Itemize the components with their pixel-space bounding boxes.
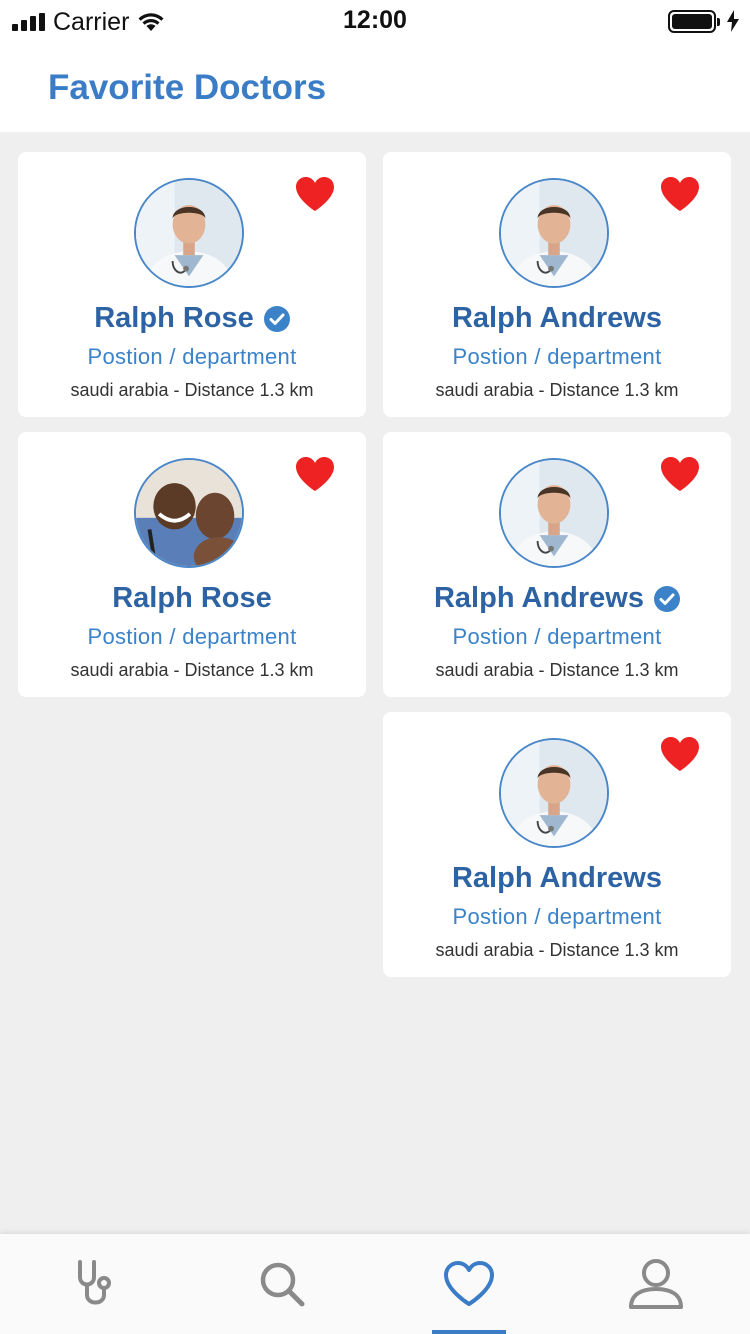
doctor-location: saudi arabia - Distance 1.3 km [435,940,679,960]
doctor-avatar [499,738,609,848]
header: Favorite Doctors [0,44,750,132]
doctor-name: Ralph Rose [112,582,272,614]
name-row: Ralph Andrews [383,302,731,335]
status-bar: Carrier 12:00 [0,0,750,44]
doctor-name: Ralph Andrews [451,862,662,894]
verified-badge-icon [654,586,680,612]
tab-favorites[interactable] [375,1234,563,1334]
favorite-heart-icon[interactable] [660,176,700,212]
active-tab-indicator [432,1330,506,1334]
favorite-heart-icon[interactable] [295,456,335,492]
favorite-heart-icon[interactable] [660,736,700,772]
doctor-avatar [499,178,609,288]
status-time: 12:00 [343,6,407,34]
tab-bar [0,1234,750,1334]
doctor-location: saudi arabia - Distance 1.3 km [435,380,679,400]
favorite-heart-icon[interactable] [660,456,700,492]
verified-badge-icon [264,306,290,332]
charging-bolt-icon [727,10,739,32]
doctor-position: Postion / department [87,344,297,369]
doctor-avatar [499,458,609,568]
name-row: Ralph Rose [18,302,366,335]
doctor-position: Postion / department [452,904,662,929]
search-icon [260,1262,305,1307]
doctor-card[interactable]: Ralph Andrews Postion / department saudi… [383,712,731,977]
name-row: Ralph Andrews [383,862,731,895]
doctor-card[interactable]: Ralph Andrews Postion / department saudi… [383,432,731,697]
doctor-avatar [134,178,244,288]
profile-icon [629,1259,683,1309]
favorite-heart-icon[interactable] [295,176,335,212]
doctor-card[interactable]: Ralph Rose Postion / department saudi ar… [18,152,366,417]
doctor-location: saudi arabia - Distance 1.3 km [70,380,314,400]
page-title: Favorite Doctors [48,68,327,107]
name-row: Ralph Rose [18,582,366,615]
name-row: Ralph Andrews [383,582,731,615]
doctor-location: saudi arabia - Distance 1.3 km [70,660,314,680]
doctor-card[interactable]: Ralph Andrews Postion / department saudi… [383,152,731,417]
doctor-card[interactable]: Ralph Rose Postion / department saudi ar… [18,432,366,697]
status-right [668,8,740,34]
heart-icon [444,1261,494,1306]
doctor-position: Postion / department [452,624,662,649]
battery-icon [668,9,720,33]
doctor-name: Ralph Andrews [433,582,644,614]
stethoscope-icon [78,1260,111,1305]
doctor-avatar [134,458,244,568]
tab-doctors[interactable] [0,1234,188,1334]
tab-search[interactable] [188,1234,376,1334]
doctor-name: Ralph Rose [94,302,254,334]
doctor-name: Ralph Andrews [451,302,662,334]
tab-profile[interactable] [562,1234,750,1334]
doctor-position: Postion / department [87,624,297,649]
doctor-location: saudi arabia - Distance 1.3 km [435,660,679,680]
doctor-position: Postion / department [452,344,662,369]
